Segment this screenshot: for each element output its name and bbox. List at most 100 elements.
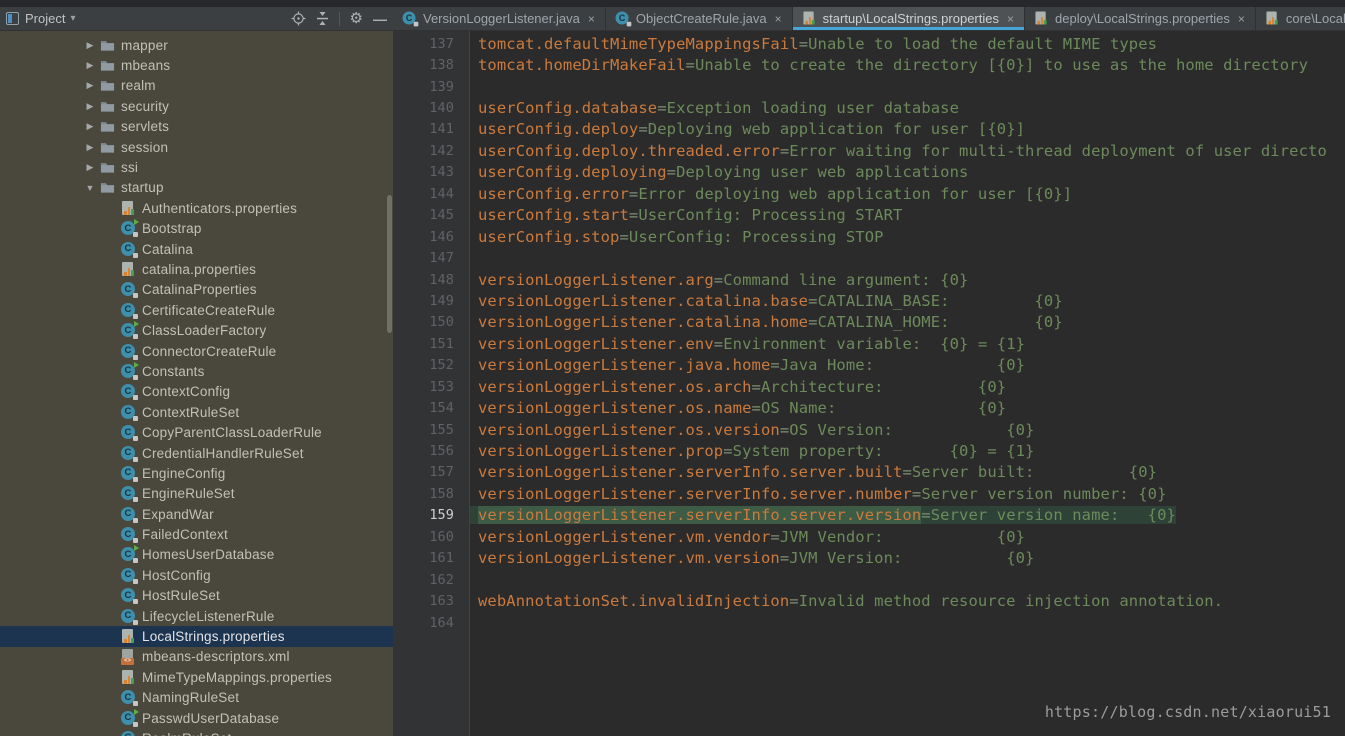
tab-deploy-localstrings-properties[interactable]: deploy\LocalStrings.properties× xyxy=(1025,7,1256,30)
tree-item-label: ssi xyxy=(121,160,138,175)
editor[interactable]: 137tomcat.defaultMimeTypeMappingsFail=Un… xyxy=(393,31,1345,736)
line-text: versionLoggerListener.os.version=OS Vers… xyxy=(470,421,1035,439)
code-line-155[interactable]: 155versionLoggerListener.os.version=OS V… xyxy=(393,419,1345,440)
tab-objectcreaterule-java[interactable]: CObjectCreateRule.java× xyxy=(606,7,793,30)
project-panel-title[interactable]: Project xyxy=(25,11,65,26)
code-line-137[interactable]: 137tomcat.defaultMimeTypeMappingsFail=Un… xyxy=(393,33,1345,54)
tree-item-mbeans[interactable]: ▶mbeans xyxy=(0,55,393,75)
tree-collapsed-arrow-icon[interactable]: ▶ xyxy=(84,121,96,132)
tree-item-contextruleset[interactable]: CContextRuleSet xyxy=(0,402,393,422)
run-overlay-icon xyxy=(134,709,139,715)
tree-item-contextconfig[interactable]: CContextConfig xyxy=(0,382,393,402)
code-line-145[interactable]: 145userConfig.start=UserConfig: Processi… xyxy=(393,205,1345,226)
tree-item-copyparentclassloaderrule[interactable]: CCopyParentClassLoaderRule xyxy=(0,422,393,442)
tree-item-bootstrap[interactable]: CBootstrap xyxy=(0,219,393,239)
tree-item-label: EngineRuleSet xyxy=(142,486,235,501)
code-line-143[interactable]: 143userConfig.deploying=Deploying user w… xyxy=(393,162,1345,183)
tree-item-engineruleset[interactable]: CEngineRuleSet xyxy=(0,484,393,504)
chevron-down-icon[interactable]: ▾ xyxy=(70,13,75,24)
tree-item-constants[interactable]: CConstants xyxy=(0,361,393,381)
code-line-153[interactable]: 153versionLoggerListener.os.arch=Archite… xyxy=(393,376,1345,397)
code-line-152[interactable]: 152versionLoggerListener.java.home=Java … xyxy=(393,355,1345,376)
tree-item-credentialhandlerruleset[interactable]: CCredentialHandlerRuleSet xyxy=(0,443,393,463)
tree-item-hostconfig[interactable]: CHostConfig xyxy=(0,565,393,585)
tree-item-mbeans-descriptors-xml[interactable]: <>mbeans-descriptors.xml xyxy=(0,647,393,667)
tree-item-realm[interactable]: ▶realm xyxy=(0,76,393,96)
tree-item-lifecyclelistenerrule[interactable]: CLifecycleListenerRule xyxy=(0,606,393,626)
code-line-164[interactable]: 164 xyxy=(393,612,1345,633)
tree-item-mapper[interactable]: ▶mapper xyxy=(0,35,393,55)
code-line-157[interactable]: 157versionLoggerListener.serverInfo.serv… xyxy=(393,462,1345,483)
class-icon: C xyxy=(121,242,136,257)
code-line-160[interactable]: 160versionLoggerListener.vm.vendor=JVM V… xyxy=(393,526,1345,547)
code-line-144[interactable]: 144userConfig.error=Error deploying web … xyxy=(393,183,1345,204)
code-line-148[interactable]: 148versionLoggerListener.arg=Command lin… xyxy=(393,269,1345,290)
code-line-146[interactable]: 146userConfig.stop=UserConfig: Processin… xyxy=(393,226,1345,247)
code-line-140[interactable]: 140userConfig.database=Exception loading… xyxy=(393,97,1345,118)
locate-file-button[interactable] xyxy=(291,11,306,26)
close-icon[interactable]: × xyxy=(1238,12,1245,26)
tree-item-expandwar[interactable]: CExpandWar xyxy=(0,504,393,524)
tab-core-localstrings-p[interactable]: core\LocalStrings.p× xyxy=(1256,7,1345,30)
tree-item-failedcontext[interactable]: CFailedContext xyxy=(0,524,393,544)
close-icon[interactable]: × xyxy=(775,12,782,26)
code-line-154[interactable]: 154versionLoggerListener.os.name=OS Name… xyxy=(393,397,1345,418)
code-line-161[interactable]: 161versionLoggerListener.vm.version=JVM … xyxy=(393,548,1345,569)
code-line-142[interactable]: 142userConfig.deploy.threaded.error=Erro… xyxy=(393,140,1345,161)
tree-collapsed-arrow-icon[interactable]: ▶ xyxy=(84,142,96,153)
code-line-159[interactable]: 159versionLoggerListener.serverInfo.serv… xyxy=(393,505,1345,526)
lock-overlay-icon xyxy=(133,436,138,441)
code-line-156[interactable]: 156versionLoggerListener.prop=System pro… xyxy=(393,440,1345,461)
code-line-151[interactable]: 151versionLoggerListener.env=Environment… xyxy=(393,333,1345,354)
tree-item-label: RealmRuleSet xyxy=(142,731,231,736)
tree-collapsed-arrow-icon[interactable]: ▶ xyxy=(84,40,96,51)
code-line-150[interactable]: 150versionLoggerListener.catalina.home=C… xyxy=(393,312,1345,333)
code-line-149[interactable]: 149versionLoggerListener.catalina.base=C… xyxy=(393,290,1345,311)
tree-item-security[interactable]: ▶security xyxy=(0,96,393,116)
code-line-139[interactable]: 139 xyxy=(393,76,1345,97)
tree-item-ssi[interactable]: ▶ ssi xyxy=(0,157,393,177)
tree-collapsed-arrow-icon[interactable]: ▶ xyxy=(84,80,96,91)
tree-item-startup[interactable]: ▼startup xyxy=(0,178,393,198)
tree-item-catalina[interactable]: CCatalina xyxy=(0,239,393,259)
tree-item-connectorcreaterule[interactable]: CConnectorCreateRule xyxy=(0,341,393,361)
code-line-147[interactable]: 147 xyxy=(393,247,1345,268)
tree-item-certificatecreaterule[interactable]: CCertificateCreateRule xyxy=(0,300,393,320)
tree-item-homesuserdatabase[interactable]: CHomesUserDatabase xyxy=(0,545,393,565)
properties-file-icon xyxy=(1035,12,1049,26)
tree-item-mimetypemappings-properties[interactable]: MimeTypeMappings.properties xyxy=(0,667,393,687)
tree-item-label: ContextRuleSet xyxy=(142,405,239,420)
tree-item-catalinaproperties[interactable]: CCatalinaProperties xyxy=(0,280,393,300)
code-line-141[interactable]: 141userConfig.deploy=Deploying web appli… xyxy=(393,119,1345,140)
tree-expanded-arrow-icon[interactable]: ▼ xyxy=(84,183,96,193)
code-line-138[interactable]: 138tomcat.homeDirMakeFail=Unable to crea… xyxy=(393,54,1345,75)
close-icon[interactable]: × xyxy=(1007,12,1014,26)
code-line-163[interactable]: 163webAnnotationSet.invalidInjection=Inv… xyxy=(393,590,1345,611)
tab-versionloggerlistener-java[interactable]: CVersionLoggerListener.java× xyxy=(393,7,606,30)
tree-item-passwduserdatabase[interactable]: CPasswdUserDatabase xyxy=(0,708,393,728)
tree-item-localstrings-properties[interactable]: LocalStrings.properties xyxy=(0,626,393,646)
tree-item-catalina-properties[interactable]: catalina.properties xyxy=(0,259,393,279)
tree-collapsed-arrow-icon[interactable]: ▶ xyxy=(84,162,96,173)
tree-collapsed-arrow-icon[interactable]: ▶ xyxy=(84,101,96,112)
lock-overlay-icon xyxy=(133,334,138,339)
tree-scrollbar[interactable] xyxy=(387,195,392,333)
tree-item-authenticators-properties[interactable]: Authenticators.properties xyxy=(0,198,393,218)
line-number: 149 xyxy=(393,293,470,309)
tree-item-hostruleset[interactable]: CHostRuleSet xyxy=(0,586,393,606)
hide-panel-button[interactable]: — xyxy=(373,12,387,26)
tree-item-session[interactable]: ▶session xyxy=(0,137,393,157)
code-line-158[interactable]: 158versionLoggerListener.serverInfo.serv… xyxy=(393,483,1345,504)
code-line-162[interactable]: 162 xyxy=(393,569,1345,590)
tree-item-realmruleset[interactable]: CRealmRuleSet xyxy=(0,728,393,736)
tree-item-classloaderfactory[interactable]: CClassLoaderFactory xyxy=(0,320,393,340)
tab-startup-localstrings-properties[interactable]: startup\LocalStrings.properties× xyxy=(793,7,1025,30)
tree-collapsed-arrow-icon[interactable]: ▶ xyxy=(84,60,96,71)
collapse-all-button[interactable] xyxy=(316,11,329,26)
gear-icon[interactable]: ⚙ xyxy=(350,11,363,26)
close-icon[interactable]: × xyxy=(588,12,595,26)
tree-item-servlets[interactable]: ▶servlets xyxy=(0,117,393,137)
tree-item-namingruleset[interactable]: CNamingRuleSet xyxy=(0,688,393,708)
class-icon: C xyxy=(121,384,136,399)
tree-item-engineconfig[interactable]: CEngineConfig xyxy=(0,463,393,483)
